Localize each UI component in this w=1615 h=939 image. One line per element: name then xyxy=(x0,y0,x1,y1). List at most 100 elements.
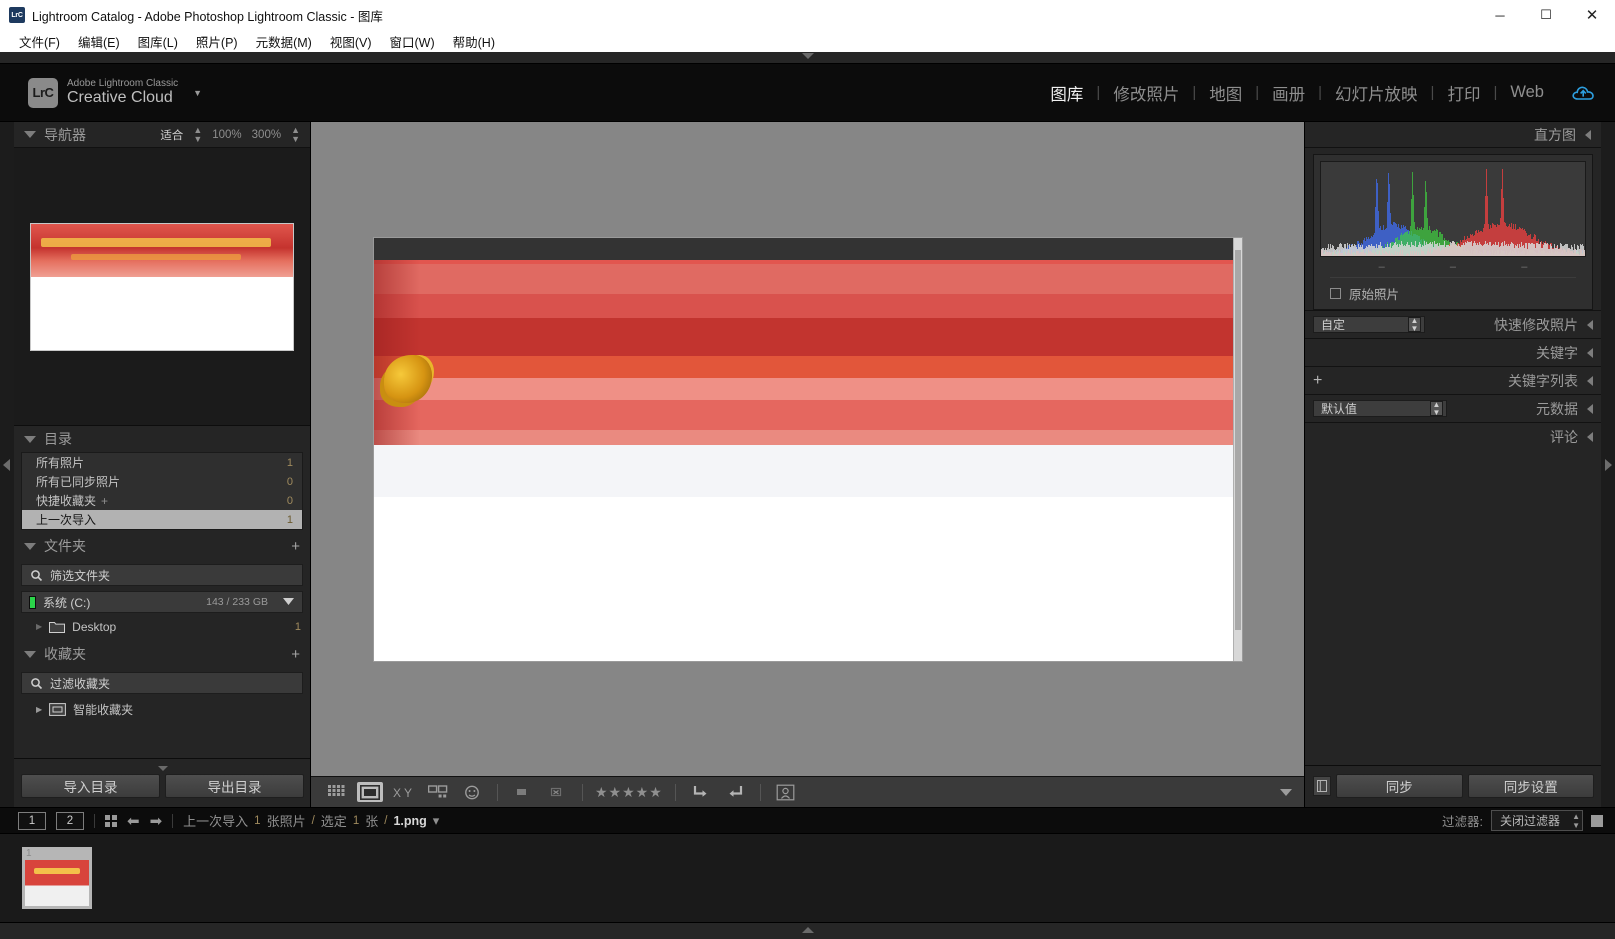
catalog-item-label: 快捷收藏夹 xyxy=(36,494,97,508)
maximize-button[interactable]: ☐ xyxy=(1523,0,1569,30)
grid-view-toggle-icon[interactable] xyxy=(105,814,117,827)
identity-plate[interactable]: LrC Adobe Lightroom Classic Creative Clo… xyxy=(28,77,202,108)
navigator-preview[interactable] xyxy=(14,148,310,426)
checkbox-icon[interactable] xyxy=(1330,288,1341,299)
stepper-icon[interactable]: ▲ ▼ xyxy=(1408,316,1421,332)
flag-reject-icon[interactable] xyxy=(544,782,570,802)
filmstrip-source-info[interactable]: 上一次导入 1 张照片 / 选定 1 张 / 1.png ▾ xyxy=(183,811,439,830)
photo-preview[interactable] xyxy=(372,236,1243,662)
folder-filter-input[interactable]: 筛选文件夹 xyxy=(21,564,303,586)
menu-library[interactable]: 图库(L) xyxy=(129,30,187,53)
chevron-down-icon[interactable]: ▼ xyxy=(193,88,202,98)
volume-row-system-c[interactable]: 系统 (C:) 143 / 233 GB xyxy=(21,591,303,613)
back-arrow-icon[interactable]: ⬅ xyxy=(127,812,140,830)
photo-scrollbar[interactable] xyxy=(1232,237,1242,661)
menu-help[interactable]: 帮助(H) xyxy=(444,30,504,53)
survey-view-icon[interactable] xyxy=(425,782,451,802)
forward-arrow-icon[interactable]: ➡ xyxy=(150,812,163,830)
volume-menu-icon[interactable] xyxy=(282,595,295,609)
sync-button[interactable]: 同步 xyxy=(1336,774,1463,798)
histogram-header[interactable]: 直方图 xyxy=(1305,122,1601,148)
collection-item-smart[interactable]: ▶ 智能收藏夹 xyxy=(14,699,310,720)
module-slideshow[interactable]: 幻灯片放映 xyxy=(1322,81,1431,105)
zoom-100-option[interactable]: 100% xyxy=(212,129,241,141)
filmstrip-thumbnails[interactable]: 1 xyxy=(0,834,1615,922)
panel-resize-handle-icon[interactable] xyxy=(157,766,168,771)
rotate-right-icon[interactable] xyxy=(722,782,748,802)
module-book[interactable]: 画册 xyxy=(1259,81,1318,105)
add-folder-icon[interactable]: + xyxy=(291,538,300,555)
toolbar-options-chevron-icon[interactable] xyxy=(1280,788,1292,796)
grid-view-icon[interactable] xyxy=(323,782,349,802)
add-collection-icon[interactable]: + xyxy=(291,646,300,663)
metadata-section[interactable]: 默认值 ▲ ▼ 元数据 xyxy=(1305,394,1601,422)
folder-item-desktop[interactable]: ▶ Desktop 1 xyxy=(14,616,310,637)
module-library[interactable]: 图库 xyxy=(1037,81,1096,105)
chevron-right-icon xyxy=(1605,458,1612,471)
module-print[interactable]: 打印 xyxy=(1434,81,1493,105)
module-develop[interactable]: 修改照片 xyxy=(1100,81,1192,105)
zoom-fit-option[interactable]: 适合 xyxy=(160,127,183,143)
loupe-view-icon[interactable] xyxy=(357,782,383,802)
menu-photo[interactable]: 照片(P) xyxy=(187,30,247,53)
zoom-300-option[interactable]: 300% xyxy=(252,129,281,141)
compare-view-icon[interactable]: X Y xyxy=(391,782,417,802)
close-button[interactable]: ✕ xyxy=(1569,0,1615,30)
module-map[interactable]: 地图 xyxy=(1196,81,1255,105)
disclosure-triangle-icon[interactable]: ▶ xyxy=(36,705,42,714)
right-panel-collapse-handle[interactable] xyxy=(1601,122,1615,807)
rotate-left-icon[interactable] xyxy=(688,782,714,802)
catalog-item-previous-import[interactable]: 上一次导入 1 xyxy=(22,510,302,529)
catalog-item-all-synced[interactable]: 所有已同步照片 0 xyxy=(22,472,302,491)
comments-section[interactable]: 评论 xyxy=(1305,422,1601,450)
menu-window[interactable]: 窗口(W) xyxy=(381,30,444,53)
disclosure-triangle-icon[interactable]: ▶ xyxy=(36,622,42,631)
collections-section-header[interactable]: 收藏夹 + xyxy=(14,641,310,667)
add-keyword-icon[interactable]: + xyxy=(1313,372,1322,390)
stepper-icon[interactable]: ▲ ▼ xyxy=(1572,812,1580,830)
histogram-chart[interactable] xyxy=(1320,161,1586,257)
stepper-icon[interactable]: ▲ ▼ xyxy=(1430,400,1443,416)
flag-pick-icon[interactable] xyxy=(510,782,536,802)
people-view-icon[interactable] xyxy=(459,782,485,802)
menu-view[interactable]: 视图(V) xyxy=(321,30,381,53)
collections-title: 收藏夹 xyxy=(44,646,86,662)
menu-file[interactable]: 文件(F) xyxy=(10,30,69,53)
catalog-section-header[interactable]: 目录 xyxy=(14,426,310,452)
filter-select[interactable]: 关闭过滤器 ▲ ▼ xyxy=(1490,810,1583,831)
filmstrip-thumbnail[interactable]: 1 xyxy=(22,847,92,909)
collection-filter-input[interactable]: 过滤收藏夹 xyxy=(21,672,303,694)
chevron-down-icon[interactable]: ▾ xyxy=(433,813,440,829)
catalog-item-all-photos[interactable]: 所有照片 1 xyxy=(22,453,302,472)
export-catalog-button[interactable]: 导出目录 xyxy=(165,774,304,798)
zoom-fit-stepper-icon[interactable]: ▲ ▼ xyxy=(193,125,202,144)
rating-stars[interactable]: ★★★★★ xyxy=(595,784,663,801)
navigator-header[interactable]: 导航器 适合 ▲ ▼ 100% 300% ▲ ▼ xyxy=(14,122,310,148)
import-catalog-button[interactable]: 导入目录 xyxy=(21,774,160,798)
cloud-sync-icon[interactable] xyxy=(1571,84,1597,102)
metadata-preset-select[interactable]: 默认值 ▲ ▼ xyxy=(1313,400,1447,417)
catalog-item-quick-collection[interactable]: 快捷收藏夹 + 0 xyxy=(22,491,302,510)
keyword-list-section[interactable]: + 关键字列表 xyxy=(1305,366,1601,394)
screen-1-button[interactable]: 1 xyxy=(18,811,46,830)
identity-line1: Adobe Lightroom Classic xyxy=(67,77,179,89)
menu-metadata[interactable]: 元数据(M) xyxy=(247,30,321,53)
quick-develop-section[interactable]: 自定 ▲ ▼ 快速修改照片 xyxy=(1305,310,1601,338)
quick-develop-preset-select[interactable]: 自定 ▲ ▼ xyxy=(1313,316,1425,333)
loupe-stage[interactable] xyxy=(311,122,1304,776)
top-panel-collapse-handle[interactable] xyxy=(0,52,1615,64)
original-photo-toggle[interactable]: 原始照片 xyxy=(1330,277,1576,303)
sync-indicator-icon[interactable] xyxy=(1313,776,1331,796)
module-web[interactable]: Web xyxy=(1497,83,1557,102)
sync-settings-button[interactable]: 同步设置 xyxy=(1467,774,1594,798)
left-panel-collapse-handle[interactable] xyxy=(0,122,14,807)
crop-overlay-icon[interactable] xyxy=(773,782,799,802)
screen-2-button[interactable]: 2 xyxy=(56,811,84,830)
folders-section-header[interactable]: 文件夹 + xyxy=(14,533,310,559)
photo-scrollbar-thumb[interactable] xyxy=(1234,249,1241,630)
zoom-level-stepper-icon[interactable]: ▲ ▼ xyxy=(291,125,300,144)
keywording-section[interactable]: 关键字 xyxy=(1305,338,1601,366)
menu-edit[interactable]: 编辑(E) xyxy=(69,30,129,53)
filter-lock-icon[interactable] xyxy=(1591,814,1603,827)
minimize-button[interactable]: ─ xyxy=(1477,0,1523,30)
